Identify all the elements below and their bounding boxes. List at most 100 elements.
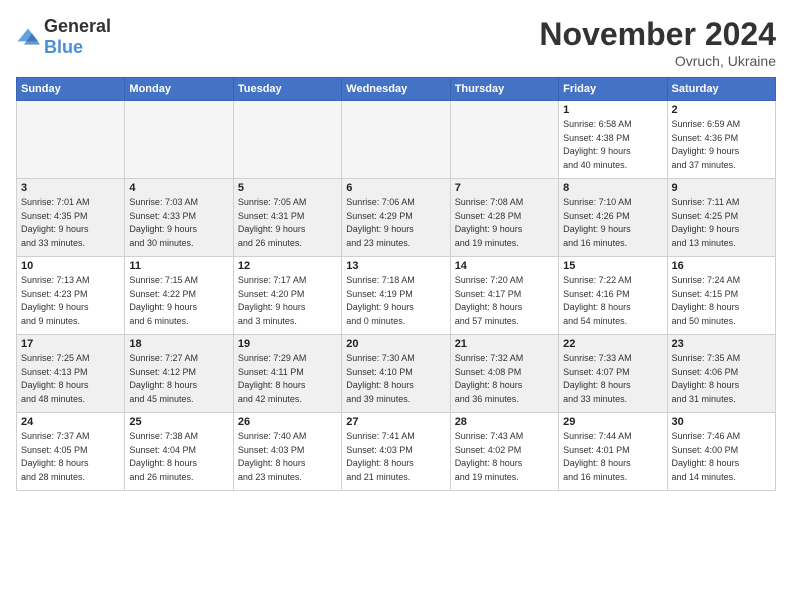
day-number: 4 [129,182,228,194]
cell-w1-d2 [125,101,233,179]
logo-icon [16,27,40,47]
day-info: Sunrise: 7:25 AM Sunset: 4:13 PM Dayligh… [21,352,120,406]
week-row-4: 17 Sunrise: 7:25 AM Sunset: 4:13 PM Dayli… [17,335,776,413]
cell-w1-d7: 2 Sunrise: 6:59 AM Sunset: 4:36 PM Daylig… [667,101,775,179]
cell-w1-d4 [342,101,450,179]
day-number: 15 [563,260,662,272]
cell-w5-d3: 26Sunrise: 7:40 AM Sunset: 4:03 PM Dayli… [233,413,341,491]
cell-w3-d5: 14 Sunrise: 7:20 AM Sunset: 4:17 PM Dayli… [450,257,558,335]
day-info: Sunrise: 7:46 AM Sunset: 4:00 PM Dayligh… [672,430,771,484]
day-info: Sunrise: 7:22 AM Sunset: 4:16 PM Dayligh… [563,274,662,328]
logo-text: General Blue [44,16,111,58]
cell-w3-d2: 11Sunrise: 7:15 AM Sunset: 4:22 PM Dayli… [125,257,233,335]
day-number: 2 [672,104,771,116]
month-title: November 2024 [539,16,776,53]
day-info: Sunrise: 7:18 AM Sunset: 4:19 PM Dayligh… [346,274,445,328]
cell-w4-d7: 23 Sunrise: 7:35 AM Sunset: 4:06 PM Dayli… [667,335,775,413]
day-info: Sunrise: 7:05 AM Sunset: 4:31 PM Dayligh… [238,196,337,250]
week-row-3: 10 Sunrise: 7:13 AM Sunset: 4:23 PM Dayli… [17,257,776,335]
week-row-2: 3 Sunrise: 7:01 AM Sunset: 4:35 PM Daylig… [17,179,776,257]
cell-w2-d6: 8 Sunrise: 7:10 AM Sunset: 4:26 PM Daylig… [559,179,667,257]
day-number: 25 [129,416,228,428]
day-info: Sunrise: 7:33 AM Sunset: 4:07 PM Dayligh… [563,352,662,406]
day-number: 5 [238,182,337,194]
cell-w3-d4: 13 Sunrise: 7:18 AM Sunset: 4:19 PM Dayli… [342,257,450,335]
day-info: Sunrise: 7:43 AM Sunset: 4:02 PM Dayligh… [455,430,554,484]
day-info: Sunrise: 7:17 AM Sunset: 4:20 PM Dayligh… [238,274,337,328]
col-sunday: Sunday [17,78,125,101]
title-block: November 2024 Ovruch, Ukraine [539,16,776,69]
location: Ovruch, Ukraine [539,53,776,69]
day-number: 29 [563,416,662,428]
day-info: Sunrise: 7:20 AM Sunset: 4:17 PM Dayligh… [455,274,554,328]
cell-w5-d5: 28Sunrise: 7:43 AM Sunset: 4:02 PM Dayli… [450,413,558,491]
day-number: 27 [346,416,445,428]
col-saturday: Saturday [667,78,775,101]
day-info: Sunrise: 7:11 AM Sunset: 4:25 PM Dayligh… [672,196,771,250]
cell-w5-d6: 29 Sunrise: 7:44 AM Sunset: 4:01 PM Dayli… [559,413,667,491]
day-number: 9 [672,182,771,194]
day-info: Sunrise: 7:41 AM Sunset: 4:03 PM Dayligh… [346,430,445,484]
day-number: 1 [563,104,662,116]
day-number: 20 [346,338,445,350]
cell-w5-d4: 27 Sunrise: 7:41 AM Sunset: 4:03 PM Dayli… [342,413,450,491]
day-info: Sunrise: 6:59 AM Sunset: 4:36 PM Dayligh… [672,118,771,172]
cell-w3-d7: 16 Sunrise: 7:24 AM Sunset: 4:15 PM Dayli… [667,257,775,335]
day-info: Sunrise: 7:29 AM Sunset: 4:11 PM Dayligh… [238,352,337,406]
day-number: 24 [21,416,120,428]
day-info: Sunrise: 7:44 AM Sunset: 4:01 PM Dayligh… [563,430,662,484]
day-info: Sunrise: 7:32 AM Sunset: 4:08 PM Dayligh… [455,352,554,406]
day-number: 16 [672,260,771,272]
cell-w1-d1 [17,101,125,179]
day-number: 13 [346,260,445,272]
header: General Blue November 2024 Ovruch, Ukrai… [16,16,776,69]
cell-w3-d1: 10 Sunrise: 7:13 AM Sunset: 4:23 PM Dayli… [17,257,125,335]
col-wednesday: Wednesday [342,78,450,101]
day-info: Sunrise: 7:27 AM Sunset: 4:12 PM Dayligh… [129,352,228,406]
day-number: 8 [563,182,662,194]
cell-w2-d2: 4 Sunrise: 7:03 AM Sunset: 4:33 PM Daylig… [125,179,233,257]
day-info: Sunrise: 7:15 AM Sunset: 4:22 PM Dayligh… [129,274,228,328]
day-number: 23 [672,338,771,350]
day-number: 7 [455,182,554,194]
logo-blue: Blue [44,37,83,57]
cell-w1-d5 [450,101,558,179]
cell-w4-d1: 17 Sunrise: 7:25 AM Sunset: 4:13 PM Dayli… [17,335,125,413]
page: General Blue November 2024 Ovruch, Ukrai… [0,0,792,612]
day-info: Sunrise: 7:06 AM Sunset: 4:29 PM Dayligh… [346,196,445,250]
cell-w4-d6: 22 Sunrise: 7:33 AM Sunset: 4:07 PM Dayli… [559,335,667,413]
cell-w4-d3: 19 Sunrise: 7:29 AM Sunset: 4:11 PM Dayli… [233,335,341,413]
cell-w4-d5: 21 Sunrise: 7:32 AM Sunset: 4:08 PM Dayli… [450,335,558,413]
cell-w2-d7: 9 Sunrise: 7:11 AM Sunset: 4:25 PM Daylig… [667,179,775,257]
day-info: Sunrise: 7:30 AM Sunset: 4:10 PM Dayligh… [346,352,445,406]
day-number: 19 [238,338,337,350]
day-number: 21 [455,338,554,350]
day-info: Sunrise: 6:58 AM Sunset: 4:38 PM Dayligh… [563,118,662,172]
day-info: Sunrise: 7:13 AM Sunset: 4:23 PM Dayligh… [21,274,120,328]
col-friday: Friday [559,78,667,101]
day-number: 26 [238,416,337,428]
cell-w2-d3: 5 Sunrise: 7:05 AM Sunset: 4:31 PM Daylig… [233,179,341,257]
day-number: 10 [21,260,120,272]
calendar-table: Sunday Monday Tuesday Wednesday Thursday… [16,77,776,491]
cell-w4-d4: 20 Sunrise: 7:30 AM Sunset: 4:10 PM Dayli… [342,335,450,413]
day-number: 17 [21,338,120,350]
cell-w3-d3: 12Sunrise: 7:17 AM Sunset: 4:20 PM Dayli… [233,257,341,335]
cell-w1-d6: 1 Sunrise: 6:58 AM Sunset: 4:38 PM Daylig… [559,101,667,179]
day-info: Sunrise: 7:10 AM Sunset: 4:26 PM Dayligh… [563,196,662,250]
day-info: Sunrise: 7:03 AM Sunset: 4:33 PM Dayligh… [129,196,228,250]
day-number: 3 [21,182,120,194]
day-number: 6 [346,182,445,194]
cell-w1-d3 [233,101,341,179]
col-tuesday: Tuesday [233,78,341,101]
day-info: Sunrise: 7:08 AM Sunset: 4:28 PM Dayligh… [455,196,554,250]
day-info: Sunrise: 7:37 AM Sunset: 4:05 PM Dayligh… [21,430,120,484]
day-number: 14 [455,260,554,272]
logo: General Blue [16,16,111,58]
day-number: 22 [563,338,662,350]
day-info: Sunrise: 7:01 AM Sunset: 4:35 PM Dayligh… [21,196,120,250]
day-info: Sunrise: 7:35 AM Sunset: 4:06 PM Dayligh… [672,352,771,406]
day-info: Sunrise: 7:24 AM Sunset: 4:15 PM Dayligh… [672,274,771,328]
day-number: 30 [672,416,771,428]
cell-w5-d7: 30 Sunrise: 7:46 AM Sunset: 4:00 PM Dayli… [667,413,775,491]
